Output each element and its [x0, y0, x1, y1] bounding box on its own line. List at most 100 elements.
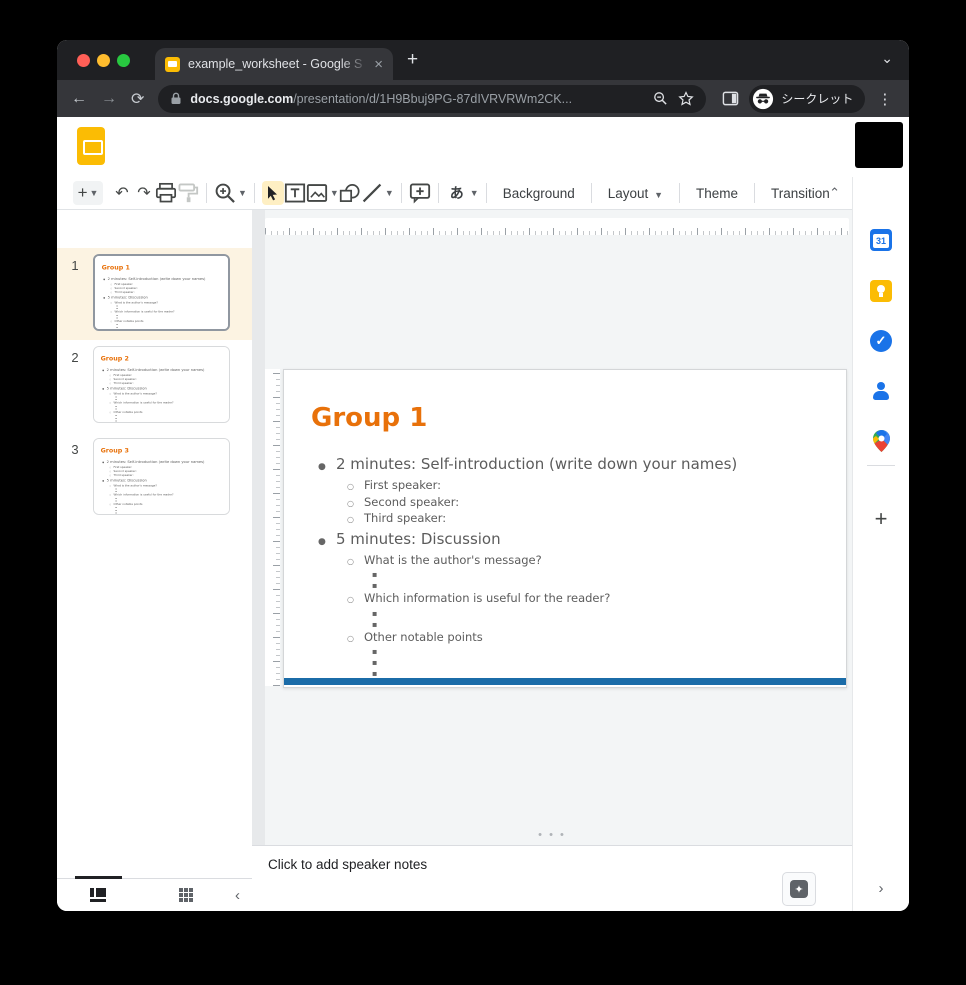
bullet-text: What is the author's message?	[364, 553, 542, 569]
insert-line-icon[interactable]	[361, 181, 383, 205]
expand-side-panel-icon[interactable]: ›	[879, 880, 884, 897]
toolbar-divider	[438, 183, 439, 203]
slide-body-text[interactable]: ●2 minutes: Self-introduction (write dow…	[95, 276, 230, 331]
reload-icon[interactable]: ⟳	[131, 89, 144, 109]
calendar-icon[interactable]	[869, 228, 893, 252]
background-button[interactable]: Background	[494, 182, 584, 205]
filmstrip-view-icon[interactable]	[90, 888, 106, 902]
bullet-text: Other notable points	[364, 630, 483, 646]
transition-button[interactable]: Transition	[762, 182, 839, 205]
back-icon[interactable]: ←	[71, 90, 87, 108]
slide-canvas[interactable]: Group 1 ●2 minutes: Self-introduction (wr…	[252, 210, 852, 845]
contacts-icon[interactable]	[869, 379, 893, 403]
bullet-text: What is the author's message?	[113, 483, 156, 487]
filmstrip-scrollbar[interactable]	[252, 210, 265, 845]
close-window-button[interactable]	[77, 54, 90, 67]
url-path: /presentation/d/1H9Bbuj9PG-87dIVRVRWm2CK…	[293, 92, 643, 106]
input-tools-button[interactable]: あ	[446, 181, 468, 205]
slide-title-text[interactable]: Group 1	[311, 403, 846, 433]
url-domain: docs.google.com	[190, 92, 293, 106]
toolbar-divider	[486, 183, 487, 203]
slide-body-text[interactable]: ●2 minutes: Self-introduction (write dow…	[94, 459, 230, 514]
side-panel-divider	[867, 465, 895, 466]
zoom-page-icon[interactable]	[653, 91, 668, 106]
zoom-window-button[interactable]	[117, 54, 130, 67]
slide-title-text[interactable]: Group 2	[101, 355, 230, 362]
notes-resize-handle[interactable]: • • •	[252, 829, 852, 841]
new-slide-caret-icon[interactable]: ▼	[90, 188, 99, 198]
speaker-notes-placeholder[interactable]: Click to add speaker notes	[268, 857, 427, 872]
bullet-text: 5 minutes: Discussion	[107, 385, 147, 390]
bullet-marker-icon: ○	[347, 496, 364, 512]
bullet-text: Second speaker:	[364, 495, 459, 511]
theme-button[interactable]: Theme	[687, 182, 747, 205]
slide-number: 3	[57, 438, 93, 457]
side-panel-icon[interactable]	[722, 90, 739, 107]
slide-title-text[interactable]: Group 1	[102, 264, 230, 271]
toolbar-divider	[679, 183, 680, 203]
browser-menu-icon[interactable]: ⋮	[877, 90, 893, 108]
tasks-icon[interactable]: ✓	[869, 329, 893, 353]
workspace-side-panel: ✓ + ›	[852, 177, 909, 911]
insert-comment-icon[interactable]	[409, 181, 431, 205]
maps-icon[interactable]	[869, 429, 893, 453]
bullet-marker-icon: ○	[347, 592, 364, 608]
bullet-item-level-1: ●5 minutes: Discussion	[284, 528, 846, 553]
toolbar-divider	[254, 183, 255, 203]
browser-window: example_worksheet - Google S × + ⌄ ← → ⟳…	[57, 40, 909, 911]
bullet-text: 5 minutes: Discussion	[107, 477, 147, 482]
slide-body-text[interactable]: ●2 minutes: Self-introduction (write dow…	[94, 367, 230, 422]
input-tools-caret-icon[interactable]: ▼	[470, 188, 479, 198]
tab-close-icon[interactable]: ×	[374, 57, 383, 72]
slide-thumbnail-row[interactable]: 3 Group 3 ●2 minutes: Self-introduction (w…	[57, 432, 252, 524]
select-tool-button[interactable]	[262, 181, 284, 205]
redo-icon[interactable]: ↷	[133, 181, 155, 205]
text-box-icon[interactable]	[284, 181, 306, 205]
slide-thumbnail[interactable]: Group 1 ●2 minutes: Self-introduction (wr…	[93, 254, 230, 331]
print-icon[interactable]	[155, 181, 177, 205]
bullet-marker-icon: ●	[318, 531, 336, 553]
insert-image-icon[interactable]	[306, 181, 328, 205]
address-bar[interactable]: docs.google.com /presentation/d/1H9Bbuj9…	[158, 85, 706, 113]
undo-icon[interactable]: ↶	[111, 181, 133, 205]
current-slide[interactable]: Group 1 ●2 minutes: Self-introduction (wr…	[283, 369, 847, 688]
bullet-text: First speaker:	[364, 478, 441, 494]
collapse-filmstrip-icon[interactable]: ‹	[235, 887, 240, 904]
bullet-item-level-1: ●2 minutes: Self-introduction (write dow…	[284, 453, 846, 478]
bullet-marker-icon: ▪	[372, 569, 384, 580]
slide-thumbnail[interactable]: Group 2 ●2 minutes: Self-introduction (wr…	[93, 346, 230, 423]
insert-image-caret-icon[interactable]: ▼	[330, 188, 339, 198]
toolbar: +▼ ↶ ↷ ▼	[57, 177, 852, 210]
layout-caret-icon: ▼	[654, 190, 663, 200]
layout-button[interactable]: Layout ▼	[599, 182, 672, 205]
paint-format-icon[interactable]	[177, 181, 199, 205]
keep-icon[interactable]	[869, 279, 893, 303]
collapse-toolbar-icon[interactable]: ⌃	[829, 185, 840, 201]
bullet-text: 5 minutes: Discussion	[336, 528, 501, 550]
insert-shape-icon[interactable]	[339, 181, 361, 205]
zoom-tool-icon[interactable]	[214, 181, 236, 205]
incognito-badge: シークレット	[749, 85, 865, 113]
speaker-notes-panel[interactable]: Click to add speaker notes ✦	[252, 845, 852, 911]
minimize-window-button[interactable]	[97, 54, 110, 67]
get-addons-button[interactable]: +	[869, 507, 893, 531]
bookmark-star-icon[interactable]	[678, 91, 694, 107]
zoom-caret-icon[interactable]: ▼	[238, 188, 247, 198]
new-tab-button[interactable]: +	[407, 50, 418, 69]
slide-thumbnail-row[interactable]: 1Group 1●2 minutes: Self-introduction (w…	[57, 248, 252, 340]
slides-logo-icon[interactable]	[77, 127, 105, 165]
slide-thumbnail-row[interactable]: 2Group 2●2 minutes: Self-introduction (w…	[57, 340, 252, 432]
insert-line-caret-icon[interactable]: ▼	[385, 188, 394, 198]
bullet-marker-icon: ○	[347, 554, 364, 570]
tab-search-chevron-icon[interactable]: ⌄	[881, 50, 893, 67]
bullet-marker-icon: ▪	[372, 580, 384, 591]
browser-tab[interactable]: example_worksheet - Google S ×	[155, 48, 393, 80]
account-avatar[interactable]	[855, 122, 903, 168]
slide-thumbnail[interactable]: Group 3 ●2 minutes: Self-introduction (wr…	[93, 438, 230, 515]
slide-body-text[interactable]: ●2 minutes: Self-introduction (write dow…	[284, 453, 846, 679]
new-slide-button[interactable]: +▼	[73, 181, 103, 205]
forward-icon[interactable]: →	[101, 90, 117, 108]
grid-view-icon[interactable]	[179, 888, 193, 902]
gemini-spark-button[interactable]: ✦	[782, 872, 816, 906]
slide-title-text[interactable]: Group 3	[101, 447, 230, 454]
